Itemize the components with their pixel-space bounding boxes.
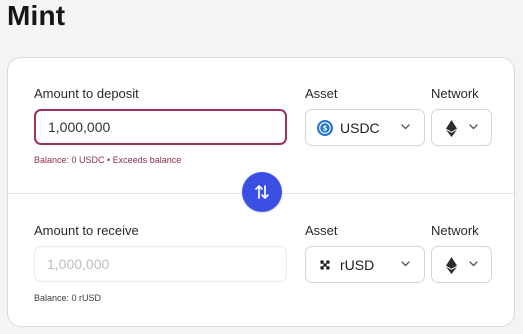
svg-text:$: $ xyxy=(323,125,328,133)
receive-network-select[interactable] xyxy=(431,246,492,283)
receive-amount-input[interactable] xyxy=(34,246,287,282)
swap-button[interactable] xyxy=(242,172,282,212)
ethereum-icon xyxy=(446,257,457,274)
receive-network-label: Network xyxy=(431,223,479,238)
mint-card: Amount to deposit Asset Network Balance:… xyxy=(7,57,515,327)
receive-balance-helper: Balance: 0 rUSD xyxy=(34,293,102,303)
rusd-coin-icon xyxy=(320,260,330,270)
deposit-asset-label: Asset xyxy=(305,86,338,101)
page-title: Mint xyxy=(7,0,66,31)
chevron-down-icon xyxy=(401,261,410,267)
chevron-down-icon xyxy=(469,124,478,130)
receive-asset-select[interactable]: rUSD xyxy=(305,246,425,283)
deposit-amount-input[interactable] xyxy=(34,109,287,145)
receive-section: Amount to receive Asset Network Balance:… xyxy=(8,194,514,334)
deposit-amount-label: Amount to deposit xyxy=(34,86,139,101)
chevron-down-icon xyxy=(469,261,478,267)
deposit-network-select[interactable] xyxy=(431,109,492,146)
deposit-network-label: Network xyxy=(431,86,479,101)
usdc-coin-icon: $ xyxy=(317,120,333,136)
deposit-asset-value: USDC xyxy=(340,120,380,136)
chevron-down-icon xyxy=(401,124,410,130)
deposit-asset-select[interactable]: $ USDC xyxy=(305,109,425,146)
receive-asset-value: rUSD xyxy=(340,257,375,273)
swap-arrows-icon xyxy=(255,185,269,199)
receive-amount-label: Amount to receive xyxy=(34,223,139,238)
receive-asset-label: Asset xyxy=(305,223,338,238)
ethereum-icon xyxy=(446,120,457,137)
deposit-balance-helper: Balance: 0 USDC • Exceeds balance xyxy=(34,155,182,165)
